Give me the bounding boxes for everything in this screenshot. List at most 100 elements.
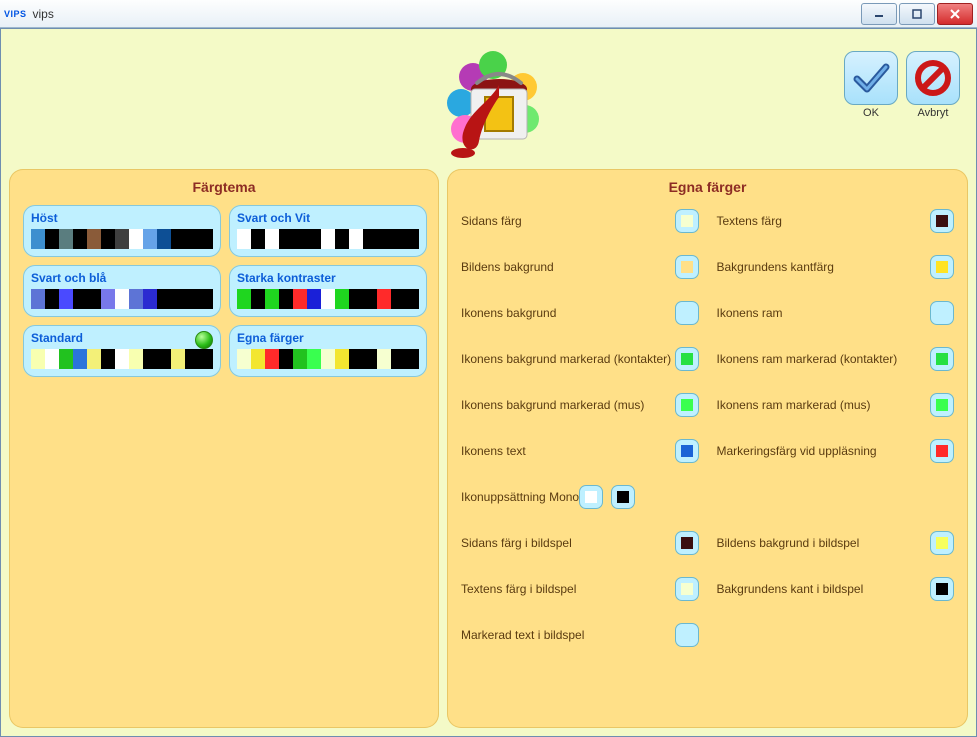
theme-swatch (363, 349, 377, 369)
theme-swatch (279, 229, 293, 249)
color-label: Textens färg i bildspel (461, 582, 576, 596)
theme-swatch (279, 349, 293, 369)
color-label: Textens färg (717, 214, 782, 228)
color-picker[interactable] (930, 255, 954, 279)
theme-swatch (349, 349, 363, 369)
color-preview (681, 445, 693, 457)
theme-swatch (31, 289, 45, 309)
color-row: Sidans färg i bildspelBildens bakgrund i… (461, 527, 954, 559)
theme-swatch (363, 289, 377, 309)
color-picker[interactable] (930, 393, 954, 417)
close-button[interactable] (937, 3, 973, 25)
theme-swatch (59, 229, 73, 249)
color-picker[interactable] (930, 439, 954, 463)
color-preview (936, 399, 948, 411)
color-cell: Ikonens bakgrund (461, 301, 699, 325)
color-cell: Textens färg (717, 209, 955, 233)
theme-swatch (115, 349, 129, 369)
color-picker[interactable] (675, 577, 699, 601)
color-picker[interactable] (930, 301, 954, 325)
theme-card[interactable]: Standard (23, 325, 221, 377)
color-label: Sidans färg (461, 214, 522, 228)
paint-bucket-icon (419, 37, 559, 169)
color-picker[interactable] (675, 255, 699, 279)
theme-swatch-row (31, 349, 213, 369)
theme-swatch (185, 289, 199, 309)
theme-swatch (157, 289, 171, 309)
ok-button[interactable]: OK (844, 51, 898, 119)
theme-swatch (101, 229, 115, 249)
theme-swatch (171, 229, 185, 249)
color-preview (681, 353, 693, 365)
theme-card[interactable]: Höst (23, 205, 221, 257)
theme-swatch (307, 289, 321, 309)
theme-card[interactable]: Svart och Vit (229, 205, 427, 257)
color-cell: Ikonens text (461, 439, 699, 463)
color-preview (617, 491, 629, 503)
color-label: Sidans färg i bildspel (461, 536, 572, 550)
color-preview (681, 537, 693, 549)
selected-indicator-icon (195, 331, 213, 349)
theme-swatch (377, 289, 391, 309)
theme-swatch (293, 289, 307, 309)
theme-title: Svart och Vit (237, 211, 419, 225)
color-label: Markerad text i bildspel (461, 628, 584, 642)
theme-swatch (199, 229, 213, 249)
theme-title: Höst (31, 211, 213, 225)
color-picker[interactable] (675, 439, 699, 463)
theme-swatch (45, 229, 59, 249)
theme-swatch (405, 289, 419, 309)
theme-swatch (185, 349, 199, 369)
color-preview (936, 353, 948, 365)
color-label: Ikonens text (461, 444, 526, 458)
theme-title: Svart och blå (31, 271, 213, 285)
color-cell: Ikonens bakgrund markerad (kontakter) (461, 347, 699, 371)
mono-color-picker[interactable] (579, 485, 603, 509)
theme-swatch (143, 289, 157, 309)
color-preview (936, 307, 948, 319)
color-picker[interactable] (930, 209, 954, 233)
color-picker[interactable] (675, 347, 699, 371)
themes-heading: Färgtema (23, 179, 425, 195)
theme-card[interactable]: Starka kontraster (229, 265, 427, 317)
color-picker[interactable] (675, 301, 699, 325)
theme-card[interactable]: Svart och blå (23, 265, 221, 317)
color-preview (681, 399, 693, 411)
color-label: Ikonuppsättning Mono (461, 490, 579, 504)
theme-swatch (307, 229, 321, 249)
color-row: Ikonens bakgrund markerad (kontakter) Iko… (461, 343, 954, 375)
color-cell: Markerad text i bildspel (461, 623, 699, 647)
themes-panel: Färgtema Höst Svart och Vit Svart och blå S… (9, 169, 439, 728)
theme-swatch (293, 229, 307, 249)
checkmark-icon (844, 51, 898, 105)
color-picker[interactable] (930, 531, 954, 555)
theme-swatch (129, 289, 143, 309)
theme-swatch (363, 229, 377, 249)
minimize-button[interactable] (861, 3, 897, 25)
color-row: Sidans färg Textens färg (461, 205, 954, 237)
theme-swatch (293, 349, 307, 369)
color-picker[interactable] (675, 531, 699, 555)
color-picker[interactable] (930, 347, 954, 371)
color-picker[interactable] (675, 623, 699, 647)
color-picker[interactable] (930, 577, 954, 601)
color-picker[interactable] (675, 209, 699, 233)
theme-swatch (143, 349, 157, 369)
cancel-label: Avbryt (918, 107, 949, 119)
cancel-button[interactable]: Avbryt (906, 51, 960, 119)
color-picker[interactable] (675, 393, 699, 417)
maximize-button[interactable] (899, 3, 935, 25)
theme-card[interactable]: Egna färger (229, 325, 427, 377)
theme-swatch (45, 289, 59, 309)
color-row: Bildens bakgrundBakgrundens kantfärg (461, 251, 954, 283)
cancel-icon (906, 51, 960, 105)
theme-swatch (73, 229, 87, 249)
header-strip: OK Avbryt (9, 37, 968, 169)
theme-swatch (391, 229, 405, 249)
color-label: Bakgrundens kant i bildspel (717, 582, 864, 596)
mono-color-picker[interactable] (611, 485, 635, 509)
theme-swatch (307, 349, 321, 369)
color-cell: Ikonens ram markerad (kontakter) (717, 347, 955, 371)
color-cell: Markeringsfärg vid uppläsning (717, 439, 955, 463)
theme-swatch (185, 229, 199, 249)
